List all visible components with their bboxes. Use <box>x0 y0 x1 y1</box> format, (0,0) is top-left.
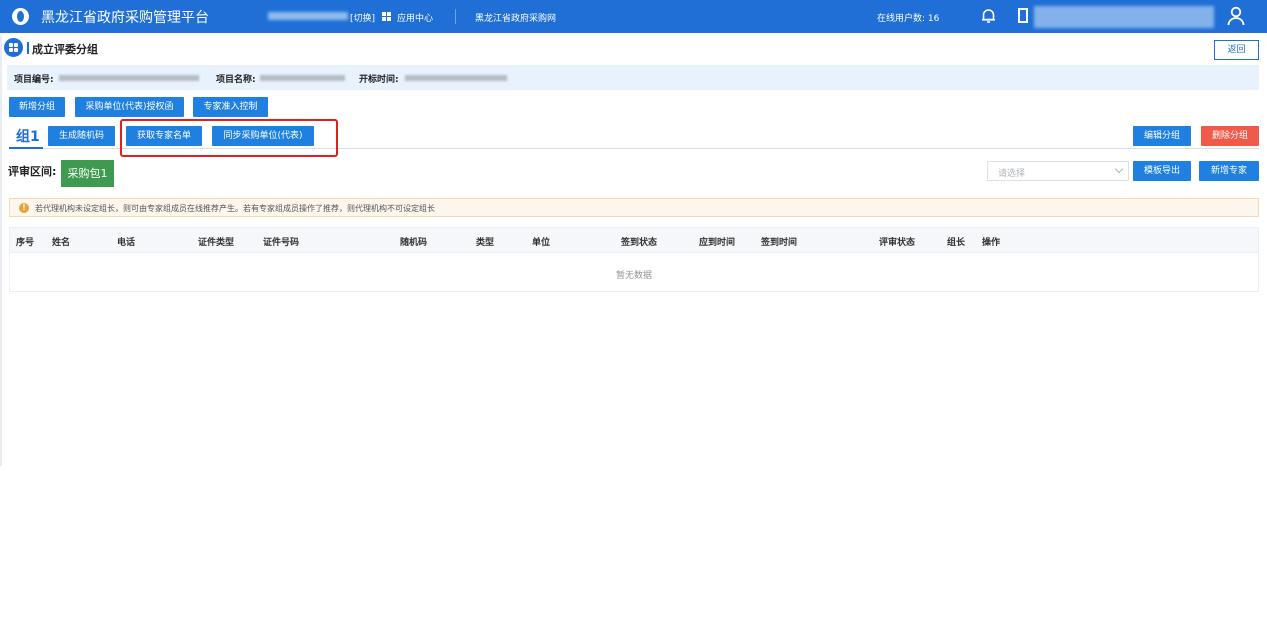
column-header: 组长 <box>947 238 966 248</box>
expert-access-control-button[interactable]: 专家准入控制 <box>193 97 268 117</box>
user-icon[interactable] <box>1227 6 1245 26</box>
platform-logo-icon <box>12 8 29 25</box>
online-users-count: 在线用户数: 16 <box>877 14 940 24</box>
column-header: 签到时间 <box>761 238 798 248</box>
redacted-project-no <box>59 75 199 81</box>
package-select[interactable]: 请选择 <box>987 161 1129 181</box>
tab-group-1[interactable]: 组1 <box>16 126 40 146</box>
project-name-label: 项目名称: <box>216 75 256 85</box>
back-button[interactable]: 返回 <box>1214 40 1259 60</box>
expert-table: 序号 姓名 电话 证件类型 证件号码 随机码 类型 单位 签到状态 应到时间 签… <box>9 227 1259 292</box>
app-center-link[interactable]: 应用中心 <box>397 11 433 24</box>
purchaser-authorization-button[interactable]: 采购单位(代表)授权函 <box>75 97 184 117</box>
column-header: 姓名 <box>52 238 71 248</box>
chevron-down-icon <box>1114 164 1124 174</box>
column-header: 类型 <box>476 238 495 248</box>
column-header: 随机码 <box>400 238 428 248</box>
column-header: 单位 <box>532 238 551 248</box>
platform-title: 黑龙江省政府采购管理平台 <box>41 10 209 26</box>
redacted-account <box>268 12 348 20</box>
project-no-label: 项目编号: <box>14 75 54 85</box>
redacted-user-info <box>1034 6 1214 28</box>
switch-link[interactable]: [切换] <box>350 11 375 24</box>
column-header: 签到状态 <box>621 238 658 248</box>
notice-text: 若代理机构未设定组长，则可由专家组成员在线推荐产生。若有专家组成员操作了推荐，则… <box>35 204 435 213</box>
top-navigation-bar: 黑龙江省政府采购管理平台 [切换] 应用中心 黑龙江省政府采购网 在线用户数: … <box>0 0 1267 33</box>
table-header: 序号 姓名 电话 证件类型 证件号码 随机码 类型 单位 签到状态 应到时间 签… <box>10 228 1258 253</box>
column-header: 电话 <box>117 238 136 248</box>
redacted-open-time <box>405 75 507 81</box>
review-interval-label: 评审区间: <box>8 165 57 178</box>
project-info-bar: 项目编号: 项目名称: 开标时间: <box>7 65 1259 90</box>
column-header: 证件类型 <box>198 238 235 248</box>
portal-link[interactable]: 黑龙江省政府采购网 <box>475 11 556 24</box>
generate-random-code-button[interactable]: 生成随机码 <box>48 126 115 146</box>
redacted-project-name <box>260 75 345 81</box>
empty-state-text: 暂无数据 <box>615 271 652 281</box>
highlight-box <box>120 119 338 157</box>
open-time-label: 开标时间: <box>359 75 399 85</box>
bell-icon[interactable] <box>980 7 997 24</box>
app-center-icon <box>382 12 391 21</box>
page-title: 成立评委分组 <box>32 43 98 56</box>
document-icon[interactable] <box>1018 8 1028 23</box>
left-edge <box>0 36 2 466</box>
export-template-button[interactable]: 模板导出 <box>1133 161 1191 181</box>
column-header: 序号 <box>16 238 35 248</box>
package-1-button[interactable]: 采购包1 <box>61 160 114 187</box>
add-expert-button[interactable]: 新增专家 <box>1199 161 1259 181</box>
column-header: 证件号码 <box>263 238 300 248</box>
delete-group-button[interactable]: 删除分组 <box>1201 126 1259 146</box>
page-header: 成立评委分组 <box>0 35 1267 61</box>
topbar-divider <box>455 9 456 24</box>
add-group-button[interactable]: 新增分组 <box>9 97 65 117</box>
select-placeholder: 请选择 <box>998 169 1026 179</box>
column-header: 操作 <box>982 238 1001 248</box>
edit-group-button[interactable]: 编辑分组 <box>1133 126 1191 146</box>
title-accent-bar <box>27 42 29 54</box>
warning-notice: ! 若代理机构未设定组长，则可由专家组成员在线推荐产生。若有专家组成员操作了推荐… <box>9 198 1259 217</box>
column-header: 应到时间 <box>699 238 736 248</box>
warning-icon: ! <box>19 203 29 213</box>
apps-icon <box>4 38 23 57</box>
active-tab-indicator <box>9 147 43 149</box>
column-header: 评审状态 <box>879 238 916 248</box>
